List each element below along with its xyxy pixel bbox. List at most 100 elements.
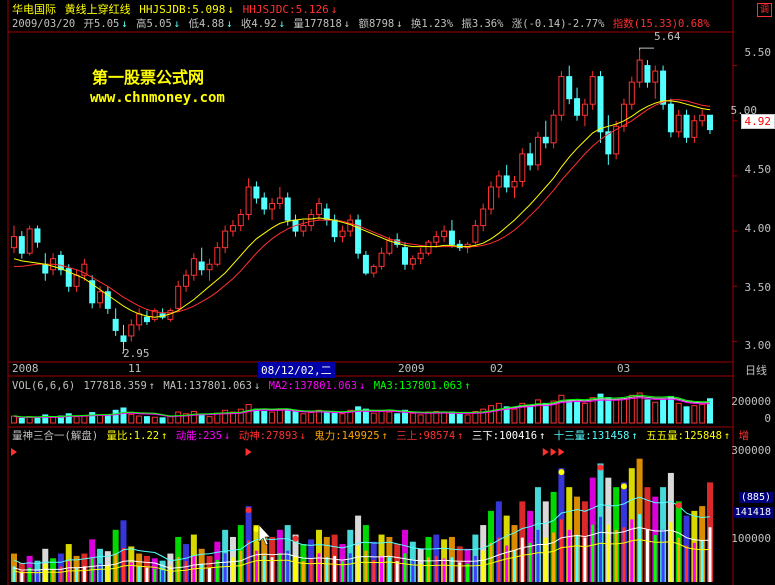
indicator-bar-inner <box>599 516 603 582</box>
indicator-bar-inner <box>153 568 157 582</box>
vol-ma3: MA3:137801.063 <box>373 380 463 392</box>
vol-value: 177818.359 <box>83 380 147 392</box>
volume-bar <box>331 410 338 424</box>
indicator-bar-inner <box>559 519 563 582</box>
volume-bar <box>269 411 276 424</box>
volume-bar <box>386 411 393 424</box>
volume-bar <box>675 402 682 424</box>
candle-body <box>636 59 643 83</box>
ind-d: 动神:27893 <box>238 430 298 442</box>
candle-body <box>136 313 143 326</box>
candle-body <box>73 274 80 287</box>
candle-body <box>253 186 260 199</box>
volume-bar <box>136 415 143 424</box>
indicator-bar-inner <box>473 555 477 582</box>
candle-body <box>691 120 698 138</box>
candle-body <box>276 197 283 205</box>
price-tick: 3.50 <box>744 281 772 294</box>
volume-bar <box>308 412 315 424</box>
volume-bar <box>542 402 549 424</box>
arrow-up-icon: ↑ <box>148 380 156 392</box>
indicator-bar-inner <box>622 527 626 582</box>
candle-body <box>534 136 541 166</box>
indicator-bar-inner <box>708 527 712 582</box>
volume-bar <box>456 413 463 424</box>
kline-chart[interactable] <box>0 0 775 585</box>
volume-bar <box>441 412 448 424</box>
candle-body <box>206 263 213 271</box>
ind-tick: 100000 <box>731 532 771 545</box>
indicator-bar-inner <box>82 566 86 582</box>
indicator-bar-inner <box>161 570 165 582</box>
signal-triangle-icon <box>11 448 17 456</box>
arrow-down-icon: ↓ <box>299 430 306 442</box>
signal-dot-icon <box>620 483 627 490</box>
candle-body <box>503 175 510 188</box>
indicator-bar-inner <box>372 559 376 582</box>
signal-dot-icon <box>253 526 260 533</box>
volume-bar <box>253 408 260 424</box>
period-label[interactable]: 日线 <box>745 362 767 378</box>
volume-header: VOL(6,6,6) 177818.359 ↑ MA1:137801.063 ↓ M… <box>12 380 473 393</box>
candle-body <box>425 241 432 254</box>
volume-bar <box>143 416 150 424</box>
candle-body <box>433 236 440 243</box>
indicator-bar-inner <box>51 568 55 582</box>
arrow-up-icon: ↑ <box>464 380 471 392</box>
candle-body <box>597 76 604 133</box>
candle-body <box>707 114 713 131</box>
signal-dot-icon <box>675 502 682 509</box>
volume-bar <box>605 397 612 424</box>
volume-bar <box>81 415 88 424</box>
indicator-bar-inner <box>325 557 329 582</box>
volume-bar <box>190 410 197 424</box>
candle-body <box>222 230 229 249</box>
volume-bar <box>581 402 588 424</box>
volume-bar <box>292 410 299 424</box>
arrow-up-icon: ↑ <box>381 430 388 442</box>
indicator-bar-inner <box>411 559 415 582</box>
candle-body <box>511 180 518 188</box>
volume-bar <box>34 417 41 424</box>
candle-body <box>315 203 322 216</box>
indicator-bar-inner <box>661 529 665 582</box>
indicator-bar-inner <box>395 561 399 582</box>
indicator-bar-inner <box>239 550 243 582</box>
candle-body <box>667 103 674 133</box>
candle-body <box>112 318 119 331</box>
volume-bar <box>370 412 377 424</box>
indicator-bar-inner <box>106 565 110 582</box>
volume-bar <box>394 413 401 424</box>
candle-body <box>527 153 534 166</box>
indicator-bar-inner <box>309 558 313 582</box>
ind-c: 动能:235 <box>175 430 223 442</box>
candle-body <box>409 258 416 265</box>
current-price-badge: 4.92 <box>740 114 775 129</box>
indicator-bar-inner <box>583 537 587 582</box>
x-label: 2008 <box>12 362 39 375</box>
indicator-bar-inner <box>403 553 407 582</box>
ind-j: 增 <box>738 430 750 442</box>
indicator-bar-inner <box>121 548 125 582</box>
candle-body <box>128 324 135 337</box>
signal-triangle-icon <box>245 448 252 456</box>
vol-tick: 200000 <box>731 395 771 408</box>
volume-bar <box>276 409 283 424</box>
ind-badge: (885) <box>738 492 773 503</box>
volume-bar <box>620 398 627 424</box>
signal-dot-icon <box>245 507 252 514</box>
volume-bar <box>261 410 268 424</box>
candle-body <box>581 103 588 116</box>
volume-bar <box>464 414 471 424</box>
volume-bar <box>417 414 424 424</box>
candle-body <box>362 254 369 274</box>
volume-bar <box>699 404 706 424</box>
volume-bar <box>245 404 252 424</box>
ind-e: 鬼力:149925 <box>314 430 380 442</box>
indicator-bar-inner <box>35 570 39 582</box>
candle-body <box>269 203 276 210</box>
candle-body <box>143 316 150 323</box>
ind-b: 量比:1.22 <box>106 430 160 442</box>
indicator-bar-inner <box>137 566 141 582</box>
candle-body <box>675 114 682 133</box>
